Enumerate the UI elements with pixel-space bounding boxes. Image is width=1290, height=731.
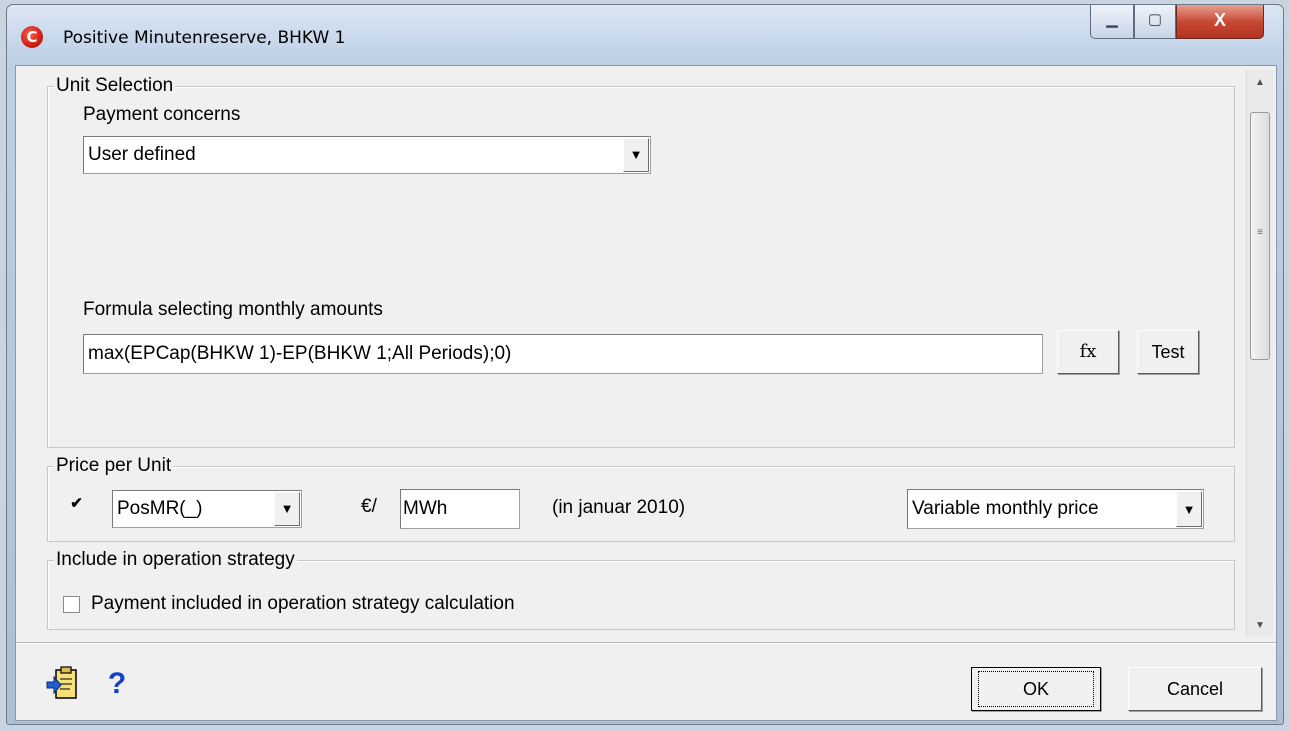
price-per-unit-legend: Price per Unit <box>54 455 174 477</box>
vertical-scrollbar[interactable]: ▲ ≡ ▼ <box>1246 70 1273 637</box>
dropdown-arrow-icon[interactable]: ▼ <box>1176 491 1202 527</box>
price-series-value: PosMR(_) <box>117 498 203 519</box>
scrollbar-grip-icon: ≡ <box>1257 227 1263 238</box>
scrollbar-thumb[interactable]: ≡ <box>1250 112 1270 360</box>
dropdown-arrow-icon[interactable]: ▼ <box>623 138 649 172</box>
cancel-button[interactable]: Cancel <box>1128 667 1262 711</box>
minimize-button[interactable]: ▁ <box>1090 5 1134 39</box>
ok-label: OK <box>977 671 1094 707</box>
dropdown-arrow-icon[interactable]: ▼ <box>274 492 300 526</box>
help-icon[interactable]: ? <box>100 666 134 702</box>
maximize-button[interactable]: ▢ <box>1134 5 1176 39</box>
formula-label: Formula selecting monthly amounts <box>83 299 383 320</box>
payment-concerns-dropdown[interactable]: User defined ▼ <box>83 136 651 174</box>
scroll-up-icon[interactable]: ▲ <box>1247 72 1273 94</box>
paste-report-icon[interactable] <box>46 666 80 702</box>
formula-value: max(EPCap(BHKW 1)-EP(BHKW 1;All Periods)… <box>88 343 512 364</box>
window-title: Positive Minutenreserve, BHKW 1 <box>63 28 346 48</box>
formula-input[interactable]: max(EPCap(BHKW 1)-EP(BHKW 1;All Periods)… <box>83 334 1043 374</box>
title-bar[interactable]: C Positive Minutenreserve, BHKW 1 ▁ ▢ X <box>7 5 1283 65</box>
payment-concerns-value: User defined <box>88 144 196 165</box>
price-series-dropdown[interactable]: PosMR(_) ▼ <box>112 490 302 528</box>
unit-input[interactable]: MWh <box>400 489 520 529</box>
unit-selection-legend: Unit Selection <box>54 75 176 97</box>
dialog-window: C Positive Minutenreserve, BHKW 1 ▁ ▢ X … <box>6 4 1284 725</box>
close-button[interactable]: X <box>1176 5 1264 39</box>
unit-value: MWh <box>403 498 448 519</box>
footer-divider <box>16 642 1276 644</box>
test-button[interactable]: Test <box>1137 330 1199 374</box>
price-mode-value: Variable monthly price <box>912 498 1099 519</box>
operation-strategy-checkbox[interactable] <box>63 596 80 613</box>
price-enabled-checkbox[interactable]: ✔ <box>68 496 85 514</box>
scroll-down-icon[interactable]: ▼ <box>1247 615 1273 637</box>
app-logo-icon: C <box>21 26 43 48</box>
currency-prefix: €/ <box>361 496 377 517</box>
payment-concerns-label: Payment concerns <box>83 104 241 125</box>
ok-button[interactable]: OK <box>971 667 1101 711</box>
operation-strategy-legend: Include in operation strategy <box>54 549 297 571</box>
period-note: (in januar 2010) <box>552 497 686 518</box>
operation-strategy-label: Payment included in operation strategy c… <box>91 593 515 614</box>
dialog-client-area: Unit Selection Payment concerns User def… <box>15 65 1277 721</box>
fx-button[interactable]: fx <box>1057 330 1119 374</box>
price-mode-dropdown[interactable]: Variable monthly price ▼ <box>907 489 1204 529</box>
